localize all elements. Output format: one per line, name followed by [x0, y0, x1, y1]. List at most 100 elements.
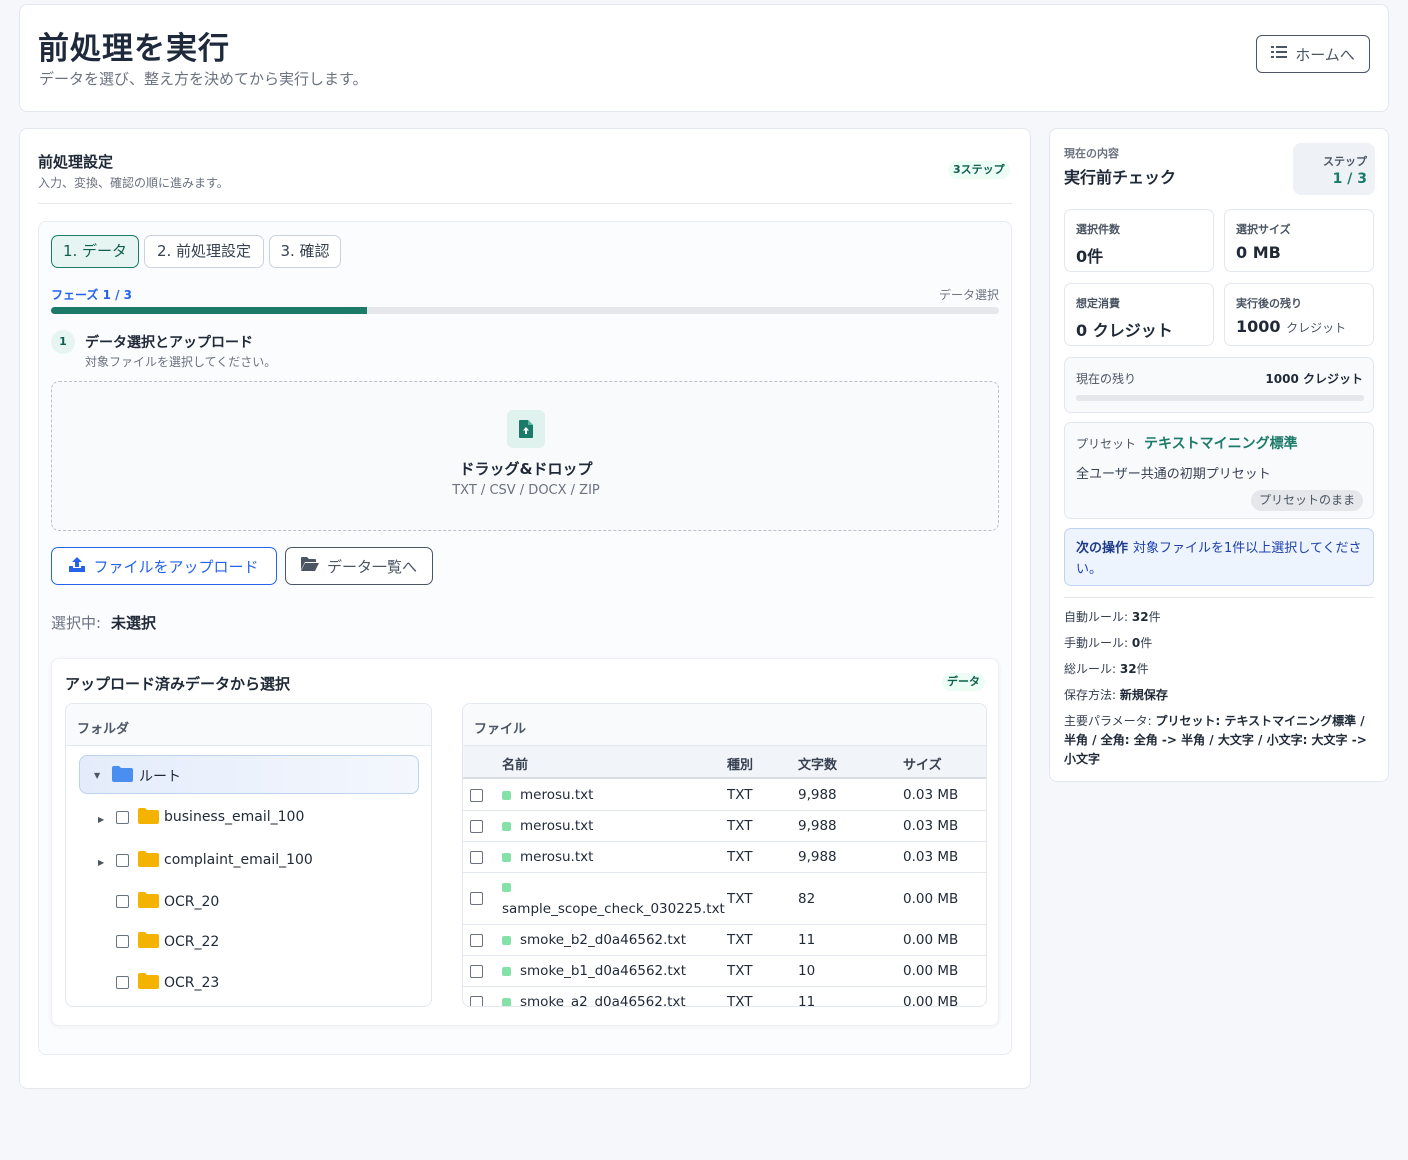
folder-icon: [138, 932, 159, 948]
sidebar-title: 実行前チェック: [1064, 168, 1177, 187]
file-chars: 10: [798, 963, 816, 979]
file-checkbox[interactable]: [470, 934, 483, 947]
preset-label: プリセット: [1076, 437, 1137, 451]
preset-box: プリセット テキストマイニング標準 全ユーザー共通の初期プリセット プリセットの…: [1064, 422, 1374, 519]
tab-confirm[interactable]: 3. 確認: [269, 235, 341, 268]
table-row[interactable]: merosu.txt TXT 9,988 0.03 MB: [463, 842, 986, 873]
folder-pane-header: フォルダ: [66, 704, 431, 746]
caret-right-icon[interactable]: ▶: [98, 858, 104, 867]
meta-value: 新規保存: [1119, 688, 1168, 702]
file-name: merosu.txt: [520, 787, 594, 803]
column-header-type[interactable]: 種別: [727, 754, 753, 773]
phase-label: フェーズ 1 / 3: [51, 288, 133, 302]
selected-value: 未選択: [111, 614, 157, 632]
caret-down-icon[interactable]: ▼: [94, 771, 100, 780]
tree-root-item[interactable]: ▼ ルート: [79, 755, 419, 794]
selected-label: 選択中:: [51, 614, 102, 632]
dropzone-title: ドラッグ&ドロップ: [459, 460, 593, 478]
stat-label: 選択件数: [1076, 223, 1120, 236]
remaining-label: 現在の残り: [1076, 372, 1137, 386]
data-list-button[interactable]: データ一覧へ: [285, 547, 433, 585]
folder-checkbox[interactable]: [116, 935, 129, 948]
file-status-dot: [502, 791, 511, 800]
stat-unit: クレジット: [1286, 321, 1347, 335]
file-checkbox[interactable]: [470, 820, 483, 833]
file-upload-icon: [507, 410, 545, 448]
table-row[interactable]: sample_scope_check_030225.txt TXT 82 0.0…: [463, 873, 986, 925]
file-name: merosu.txt: [520, 818, 594, 834]
column-header-size[interactable]: サイズ: [903, 754, 942, 773]
file-type: TXT: [727, 818, 753, 834]
tab-data[interactable]: 1. データ: [51, 235, 139, 268]
folder-checkbox[interactable]: [116, 895, 129, 908]
stat-remaining-after: 実行後の残り 1000 クレジット: [1224, 283, 1374, 346]
file-name: smoke_a2_d0a46562.txt: [520, 994, 686, 1007]
home-button[interactable]: ホームへ: [1256, 35, 1370, 73]
caret-right-icon[interactable]: ▶: [98, 815, 104, 824]
column-header-name[interactable]: 名前: [502, 754, 528, 773]
step-number: 1: [51, 330, 75, 354]
home-button-label: ホームへ: [1295, 45, 1355, 64]
file-checkbox[interactable]: [470, 965, 483, 978]
meta-save-method: 保存方法: 新規保存: [1064, 686, 1168, 703]
folder-checkbox[interactable]: [116, 976, 129, 989]
file-type: TXT: [727, 963, 753, 979]
file-name: smoke_b2_d0a46562.txt: [520, 932, 686, 948]
data-list-button-label: データ一覧へ: [326, 557, 417, 576]
file-table-pane: ファイル 名前 種別 文字数 サイズ merosu.txt TXT 9,988 …: [462, 703, 987, 1007]
meta-unit: 件: [1148, 610, 1161, 624]
file-checkbox[interactable]: [470, 996, 483, 1006]
file-chars: 11: [798, 994, 816, 1007]
phase-progress-fill: [51, 307, 367, 314]
file-checkbox[interactable]: [470, 789, 483, 802]
list-icon: [1271, 45, 1288, 63]
meta-label: 自動ルール:: [1064, 610, 1129, 624]
preset-description: 全ユーザー共通の初期プリセット: [1076, 467, 1271, 482]
table-row[interactable]: smoke_a2_d0a46562.txt TXT 11 0.00 MB: [463, 987, 986, 1007]
uploaded-data-panel: アップロード済みデータから選択 データ フォルダ ▼ ルート ▶ busines…: [51, 658, 999, 1026]
file-pane-header: ファイル: [463, 704, 986, 746]
phase-progress-bar: [51, 307, 999, 314]
upload-file-button[interactable]: ファイルをアップロード: [51, 547, 277, 585]
table-row[interactable]: merosu.txt TXT 9,988 0.03 MB: [463, 780, 986, 811]
folder-checkbox[interactable]: [116, 854, 129, 867]
column-header-chars[interactable]: 文字数: [798, 754, 837, 773]
settings-description: 入力、変換、確認の順に進みます。: [38, 176, 229, 190]
table-row[interactable]: merosu.txt TXT 9,988 0.03 MB: [463, 811, 986, 842]
preset-status-badge: プリセットのまま: [1251, 490, 1363, 511]
folder-label: OCR_23: [164, 975, 220, 991]
folder-open-icon: [300, 557, 319, 575]
file-checkbox[interactable]: [470, 892, 483, 905]
folder-icon: [138, 851, 159, 867]
table-row[interactable]: smoke_b1_d0a46562.txt TXT 10 0.00 MB: [463, 956, 986, 987]
remaining-value: 1000 クレジット: [1265, 372, 1363, 386]
stat-label: 選択サイズ: [1236, 223, 1291, 236]
stat-number: 1000: [1236, 317, 1281, 336]
next-action-box: 次の操作 対象ファイルを1件以上選択してください。: [1064, 528, 1374, 586]
file-checkbox[interactable]: [470, 851, 483, 864]
divider: [38, 203, 1012, 204]
meta-manual-rules: 手動ルール: 0件: [1064, 634, 1152, 651]
file-size: 0.00 MB: [903, 994, 959, 1007]
meta-value: 0: [1131, 636, 1141, 650]
tab-preprocess-settings[interactable]: 2. 前処理設定: [144, 235, 264, 268]
steps-badge: 3ステップ: [948, 161, 1010, 179]
file-size: 0.03 MB: [903, 787, 959, 803]
file-status-dot: [502, 998, 511, 1006]
file-status-dot: [502, 967, 511, 976]
stat-value: 0 クレジット: [1076, 321, 1173, 340]
table-row[interactable]: smoke_b2_d0a46562.txt TXT 11 0.00 MB: [463, 925, 986, 956]
stat-label: 実行後の残り: [1236, 297, 1302, 310]
dropzone-file-types: TXT / CSV / DOCX / ZIP: [452, 483, 600, 498]
current-remaining-box: 現在の残り 1000 クレジット: [1064, 357, 1374, 413]
folder-label: OCR_22: [164, 934, 220, 950]
file-chars: 11: [798, 932, 816, 948]
file-name: sample_scope_check_030225.txt: [502, 901, 725, 917]
file-status-dot: [502, 822, 511, 831]
folder-icon: [138, 973, 159, 989]
folder-checkbox[interactable]: [116, 811, 129, 824]
file-type: TXT: [727, 849, 753, 865]
file-type: TXT: [727, 891, 753, 907]
meta-main-params: 主要パラメータ: プリセット: テキストマイニング標準 / 半角 / 全角: 全…: [1064, 712, 1369, 769]
file-dropzone[interactable]: ドラッグ&ドロップ TXT / CSV / DOCX / ZIP: [51, 381, 999, 531]
